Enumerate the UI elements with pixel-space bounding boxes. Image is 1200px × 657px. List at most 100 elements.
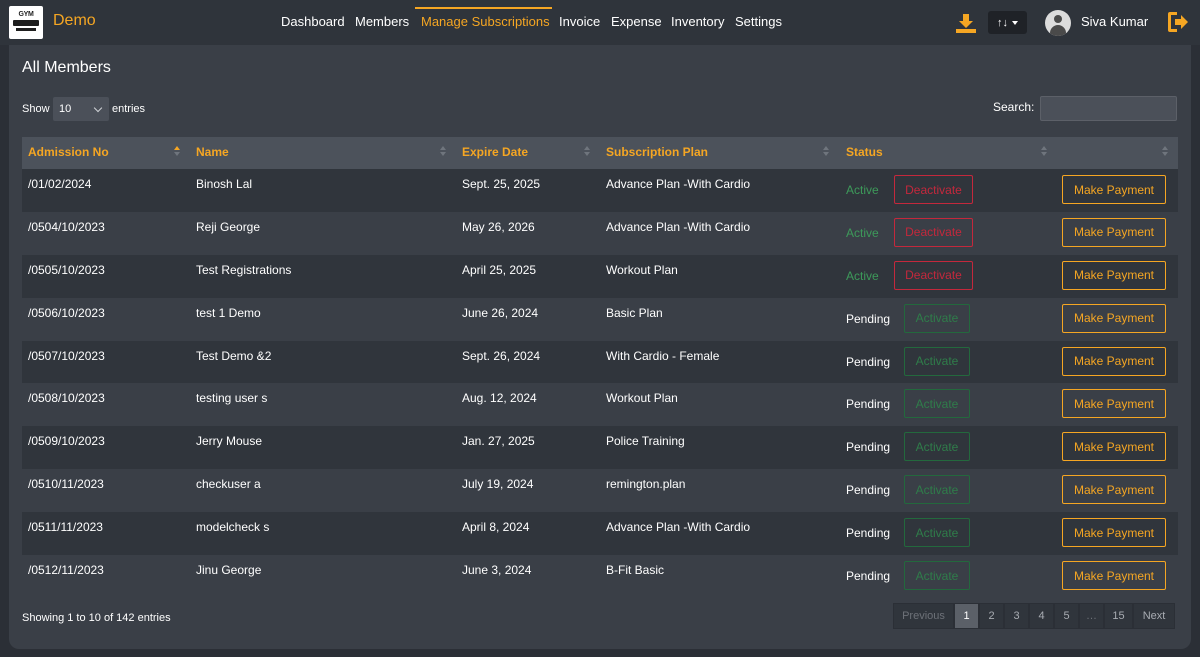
table-row: /0510/11/2023 checkuser a July 19, 2024 rem… bbox=[22, 469, 1178, 513]
expire-date-cell: April 25, 2025 bbox=[462, 262, 537, 277]
entries-per-page-select[interactable]: 10 bbox=[53, 97, 109, 121]
table-row: /0504/10/2023 Reji George May 26, 2026 Adva… bbox=[22, 211, 1178, 255]
table-row: /0506/10/2023 test 1 Demo June 26, 2024 Bas… bbox=[22, 297, 1178, 341]
nav-item-inventory[interactable]: Inventory bbox=[671, 14, 724, 29]
expire-date-cell: July 19, 2024 bbox=[462, 477, 534, 492]
name-cell: Reji George bbox=[196, 219, 261, 234]
make-payment-button[interactable]: Make Payment bbox=[1062, 432, 1166, 462]
page-title: All Members bbox=[22, 59, 111, 76]
make-payment-button[interactable]: Make Payment bbox=[1062, 217, 1166, 247]
admission-no-cell: /0508/10/2023 bbox=[28, 391, 105, 406]
admission-no-cell: /0505/10/2023 bbox=[28, 262, 105, 277]
pagination-next[interactable]: Next bbox=[1133, 603, 1175, 629]
expire-date-cell: Sept. 25, 2025 bbox=[462, 177, 541, 191]
column-header-status[interactable]: Status bbox=[846, 145, 883, 159]
status-text: Pending bbox=[846, 354, 891, 369]
expire-date-cell: June 26, 2024 bbox=[462, 305, 539, 320]
table-row: /01/02/2024 Binosh Lal Sept. 25, 2025 Advan… bbox=[22, 169, 1178, 212]
subscription-plan-cell: B-Fit Basic bbox=[606, 563, 665, 578]
make-payment-button[interactable]: Make Payment bbox=[1062, 389, 1166, 419]
brand-name[interactable]: Demo bbox=[53, 12, 96, 30]
table-row: /0505/10/2023 Test Registrations April 25,… bbox=[22, 254, 1178, 298]
nav-active-indicator bbox=[415, 7, 552, 9]
gym-logo[interactable]: GYM bbox=[9, 6, 43, 39]
sort-asc-icon[interactable] bbox=[174, 146, 180, 158]
sort-dropdown-button[interactable]: ↑↓ bbox=[988, 11, 1027, 34]
table-body: /01/02/2024 Binosh Lal Sept. 25, 2025 Advan… bbox=[22, 169, 1178, 598]
expire-date-cell: Aug. 12, 2024 bbox=[462, 391, 537, 406]
column-header-subscription-plan[interactable]: Subscription Plan bbox=[606, 145, 708, 159]
table-info: Showing 1 to 10 of 142 entries bbox=[22, 612, 171, 624]
activate-button[interactable]: Activate bbox=[904, 475, 970, 505]
pagination-page[interactable]: 5 bbox=[1054, 603, 1079, 629]
sort-icon[interactable] bbox=[1162, 146, 1168, 158]
deactivate-button[interactable]: Deactivate bbox=[894, 217, 973, 247]
sort-icon[interactable] bbox=[440, 146, 446, 158]
subscription-plan-cell: Workout Plan bbox=[606, 391, 678, 406]
admission-no-cell: /01/02/2024 bbox=[28, 177, 92, 191]
entries-value: 10 bbox=[59, 103, 72, 115]
admission-no-cell: /0511/11/2023 bbox=[28, 520, 103, 535]
pagination-page[interactable]: 1 bbox=[954, 603, 979, 629]
make-payment-button[interactable]: Make Payment bbox=[1062, 475, 1166, 505]
make-payment-button[interactable]: Make Payment bbox=[1062, 518, 1166, 548]
expire-date-cell: June 3, 2024 bbox=[462, 563, 532, 578]
status-text: Pending bbox=[846, 311, 891, 326]
activate-button[interactable]: Activate bbox=[904, 561, 970, 591]
admission-no-cell: /0509/10/2023 bbox=[28, 434, 105, 449]
download-icon[interactable] bbox=[955, 12, 977, 34]
status-text: Active bbox=[846, 183, 879, 197]
pagination-ellipsis: … bbox=[1079, 603, 1104, 629]
activate-button[interactable]: Activate bbox=[904, 303, 970, 333]
sort-icon[interactable] bbox=[823, 146, 829, 158]
name-cell: Test Registrations bbox=[196, 262, 292, 277]
table-row: /0511/11/2023 modelcheck s April 8, 2024 Ad… bbox=[22, 512, 1178, 556]
deactivate-button[interactable]: Deactivate bbox=[894, 175, 973, 204]
expire-date-cell: May 26, 2026 bbox=[462, 219, 535, 234]
make-payment-button[interactable]: Make Payment bbox=[1062, 260, 1166, 290]
nav-item-members[interactable]: Members bbox=[355, 14, 409, 29]
pagination-page[interactable]: 2 bbox=[979, 603, 1004, 629]
sort-icon[interactable] bbox=[1041, 146, 1047, 158]
user-name[interactable]: Siva Kumar bbox=[1081, 14, 1148, 29]
admission-no-cell: /0506/10/2023 bbox=[28, 305, 105, 320]
table-row: /0508/10/2023 testing user s Aug. 12, 2024… bbox=[22, 383, 1178, 427]
activate-button[interactable]: Activate bbox=[904, 389, 970, 419]
column-header-expire-date[interactable]: Expire Date bbox=[462, 145, 528, 159]
status-text: Pending bbox=[846, 440, 891, 455]
activate-button[interactable]: Activate bbox=[904, 518, 970, 548]
show-label: Show bbox=[22, 103, 50, 115]
nav-item-dashboard[interactable]: Dashboard bbox=[281, 14, 345, 29]
make-payment-button[interactable]: Make Payment bbox=[1062, 346, 1166, 376]
sort-icon[interactable] bbox=[584, 146, 590, 158]
column-header-name[interactable]: Name bbox=[196, 145, 229, 159]
search-input[interactable] bbox=[1040, 96, 1177, 121]
nav-item-settings[interactable]: Settings bbox=[735, 14, 782, 29]
table-header: Admission No Name Expire Date Subscripti… bbox=[22, 137, 1178, 169]
activate-button[interactable]: Activate bbox=[904, 432, 970, 462]
pagination-page[interactable]: 15 bbox=[1104, 603, 1133, 629]
nav-item-invoice[interactable]: Invoice bbox=[559, 14, 600, 29]
pagination-page[interactable]: 3 bbox=[1004, 603, 1029, 629]
column-header-admission-no[interactable]: Admission No bbox=[28, 145, 109, 159]
deactivate-button[interactable]: Deactivate bbox=[894, 260, 973, 290]
subscription-plan-cell: Police Training bbox=[606, 434, 685, 449]
expire-date-cell: April 8, 2024 bbox=[462, 520, 530, 535]
nav-item-manage-subscriptions[interactable]: Manage Subscriptions bbox=[421, 14, 550, 29]
name-cell: Test Demo &2 bbox=[196, 348, 272, 363]
status-text: Pending bbox=[846, 483, 891, 498]
subscription-plan-cell: remington.plan bbox=[606, 477, 686, 492]
pagination-page[interactable]: 4 bbox=[1029, 603, 1054, 629]
make-payment-button[interactable]: Make Payment bbox=[1062, 303, 1166, 333]
subscription-plan-cell: Basic Plan bbox=[606, 305, 663, 320]
status-text: Pending bbox=[846, 569, 891, 584]
logout-icon[interactable] bbox=[1166, 11, 1190, 33]
avatar[interactable] bbox=[1045, 10, 1071, 36]
make-payment-button[interactable]: Make Payment bbox=[1062, 175, 1166, 204]
activate-button[interactable]: Activate bbox=[904, 346, 970, 376]
make-payment-button[interactable]: Make Payment bbox=[1062, 561, 1166, 591]
name-cell: Jerry Mouse bbox=[196, 434, 263, 449]
status-text: Pending bbox=[846, 526, 891, 541]
nav-item-expense[interactable]: Expense bbox=[611, 14, 662, 29]
pagination-previous[interactable]: Previous bbox=[893, 603, 954, 629]
